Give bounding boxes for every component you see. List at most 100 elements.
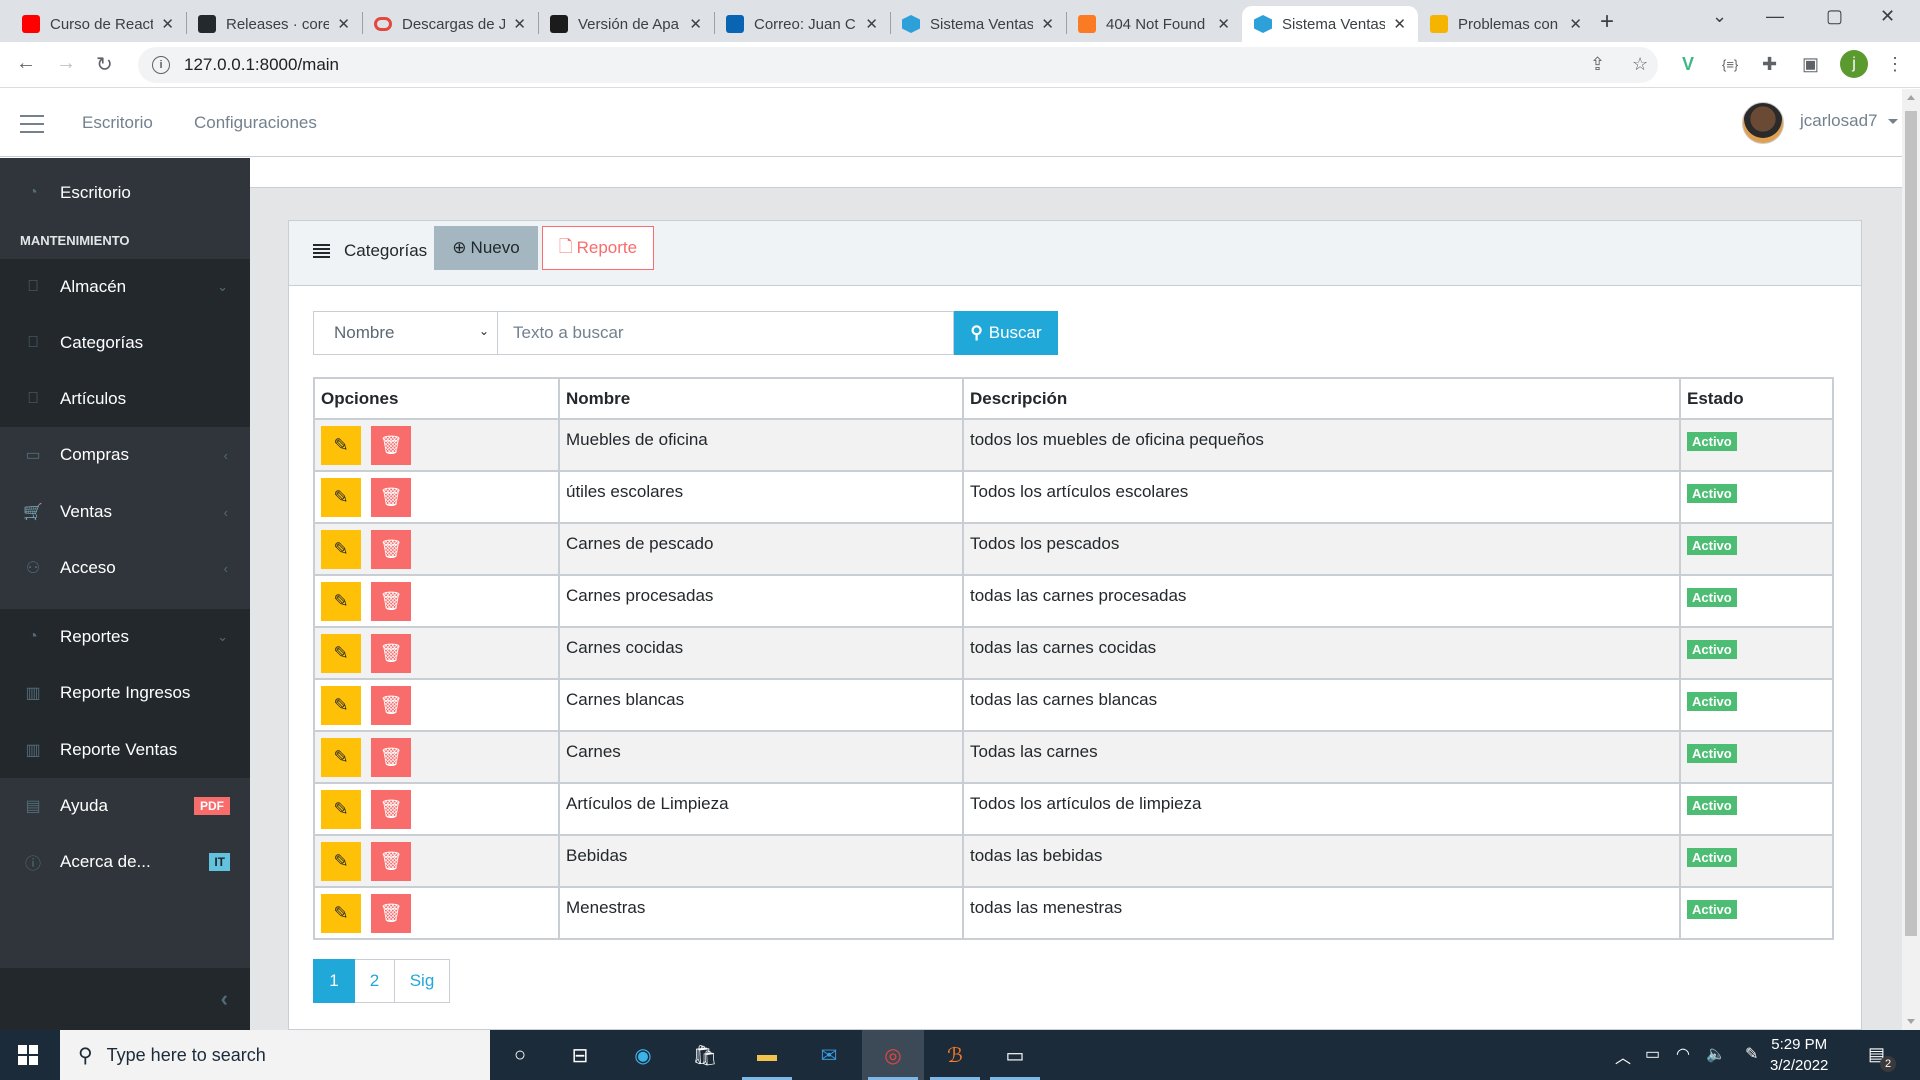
browser-tab[interactable]: Versión de Apa ✕ xyxy=(538,6,714,42)
browser-tab[interactable]: Problemas con ✕ xyxy=(1418,6,1594,42)
chrome-icon[interactable]: ◎ xyxy=(878,1040,908,1070)
scroll-thumb[interactable] xyxy=(1905,111,1917,936)
address-bar[interactable]: i 127.0.0.1:8000/main xyxy=(138,47,1658,83)
browser-tab[interactable]: Sistema Ventas ✕ xyxy=(1242,6,1418,42)
delete-button[interactable]: 🗑 xyxy=(371,738,411,777)
delete-button[interactable]: 🗑 xyxy=(371,790,411,829)
sidebar-item-escritorio[interactable]: ◔ Escritorio xyxy=(0,165,250,221)
profile-avatar[interactable]: j xyxy=(1840,50,1868,78)
edit-button[interactable]: ✎ xyxy=(321,686,361,725)
reload-icon[interactable]: ↻ xyxy=(96,52,113,77)
cortana-icon[interactable]: ○ xyxy=(505,1040,535,1070)
close-icon[interactable]: ✕ xyxy=(1569,15,1582,33)
pen-icon[interactable]: ✎ xyxy=(1745,1044,1758,1064)
edit-button[interactable]: ✎ xyxy=(321,894,361,933)
search-button[interactable]: ⚲ Buscar xyxy=(954,311,1058,355)
browser-tab[interactable]: Sistema Ventas ✕ xyxy=(890,6,1066,42)
page-2[interactable]: 2 xyxy=(355,959,395,1003)
edge-icon[interactable]: ◉ xyxy=(628,1040,658,1070)
delete-button[interactable]: 🗑 xyxy=(371,894,411,933)
browser-tab[interactable]: Releases · core ✕ xyxy=(186,6,362,42)
share-icon[interactable]: ⇪ xyxy=(1590,54,1605,75)
maximize-icon[interactable]: ▢ xyxy=(1826,6,1843,27)
sidebar-item-reporte-ingresos[interactable]: ▥ Reporte Ingresos xyxy=(0,665,250,721)
taskbar-clock[interactable]: 5:29 PM 3/2/2022 xyxy=(1770,1034,1828,1076)
file-explorer-icon[interactable]: ▬ xyxy=(752,1040,782,1070)
wifi-icon[interactable]: ◠ xyxy=(1676,1044,1690,1064)
bookmark-star-icon[interactable]: ☆ xyxy=(1632,54,1648,75)
sidebar-item-ventas[interactable]: 🛒 Ventas ‹ xyxy=(0,484,250,540)
header-link-configuraciones[interactable]: Configuraciones xyxy=(194,113,317,133)
edit-button[interactable]: ✎ xyxy=(321,842,361,881)
close-icon[interactable]: ✕ xyxy=(161,15,174,33)
delete-button[interactable]: 🗑 xyxy=(371,634,411,673)
edit-button[interactable]: ✎ xyxy=(321,426,361,465)
new-button[interactable]: ⊕ Nuevo xyxy=(434,226,538,270)
caret-down-icon[interactable] xyxy=(1888,119,1898,124)
back-icon[interactable]: ← xyxy=(16,52,36,75)
edit-button[interactable]: ✎ xyxy=(321,634,361,673)
xampp-icon[interactable]: ℬ xyxy=(940,1040,970,1070)
delete-button[interactable]: 🗑 xyxy=(371,530,411,569)
task-view-icon[interactable]: ⊟ xyxy=(565,1040,595,1070)
close-icon[interactable]: ✕ xyxy=(689,15,702,33)
sidebar-item-acerca-de[interactable]: ⓘ Acerca de... IT xyxy=(0,834,250,890)
edit-button[interactable]: ✎ xyxy=(321,582,361,621)
minimize-icon[interactable]: — xyxy=(1766,6,1784,27)
sidebar-item-acceso[interactable]: ⚇ Acceso ‹ xyxy=(0,540,250,596)
search-input[interactable] xyxy=(498,311,954,355)
report-button[interactable]: 🗋 Reporte xyxy=(542,226,654,270)
close-icon[interactable]: ✕ xyxy=(1393,15,1406,33)
side-panel-icon[interactable]: ▣ xyxy=(1802,54,1819,75)
close-icon[interactable]: ✕ xyxy=(865,15,878,33)
delete-button[interactable]: 🗑 xyxy=(371,426,411,465)
search-criteria-select[interactable]: Nombre ⌄ xyxy=(313,311,498,355)
store-icon[interactable]: 🛍 xyxy=(690,1040,720,1070)
edit-button[interactable]: ✎ xyxy=(321,530,361,569)
vue-devtools-icon[interactable]: V xyxy=(1682,54,1694,75)
tray-overflow-icon[interactable]: ︿ xyxy=(1615,1044,1631,1068)
sidebar-toggle-icon[interactable] xyxy=(20,115,44,133)
close-icon[interactable]: ✕ xyxy=(513,15,526,33)
browser-tab[interactable]: Curso de React ✕ xyxy=(10,6,186,42)
mail-icon[interactable]: ✉ xyxy=(814,1040,844,1070)
page-next[interactable]: Sig xyxy=(395,959,450,1003)
username[interactable]: jcarlosad7 xyxy=(1800,111,1878,131)
delete-button[interactable]: 🗑 xyxy=(371,842,411,881)
close-icon[interactable]: ✕ xyxy=(337,15,350,33)
json-viewer-icon[interactable]: {≡} xyxy=(1722,57,1738,72)
page-scrollbar[interactable] xyxy=(1902,89,1920,1030)
header-link-escritorio[interactable]: Escritorio xyxy=(82,113,153,133)
scroll-up-icon[interactable] xyxy=(1907,95,1915,100)
user-avatar[interactable] xyxy=(1742,102,1784,144)
sidebar-item-compras[interactable]: ▭ Compras ‹ xyxy=(0,427,250,483)
chrome-menu-icon[interactable]: ⋮ xyxy=(1886,54,1904,75)
volume-icon[interactable]: 🔈 xyxy=(1706,1044,1726,1064)
forward-icon[interactable]: → xyxy=(56,52,76,75)
sidebar-item-artículos[interactable]: ⎕ Artículos xyxy=(0,371,250,427)
battery-icon[interactable]: ▭ xyxy=(1645,1044,1660,1064)
sidebar-item-ayuda[interactable]: ▤ Ayuda PDF xyxy=(0,778,250,834)
delete-button[interactable]: 🗑 xyxy=(371,686,411,725)
terminal-icon[interactable]: ▭ xyxy=(1000,1040,1030,1070)
page-1[interactable]: 1 xyxy=(313,959,355,1003)
chevron-down-icon[interactable]: ⌄ xyxy=(1712,6,1727,27)
browser-tab[interactable]: Correo: Juan C ✕ xyxy=(714,6,890,42)
sidebar-minimizer[interactable]: ‹ xyxy=(0,968,250,1030)
browser-tab[interactable]: Descargas de J ✕ xyxy=(362,6,538,42)
close-icon[interactable]: ✕ xyxy=(1217,15,1230,33)
sidebar-item-almacén[interactable]: ⎕ Almacén ⌄ xyxy=(0,259,250,315)
edit-button[interactable]: ✎ xyxy=(321,790,361,829)
new-tab-icon[interactable]: + xyxy=(1600,8,1614,36)
site-info-icon[interactable]: i xyxy=(152,56,170,74)
delete-button[interactable]: 🗑 xyxy=(371,478,411,517)
sidebar-item-categorías[interactable]: ⎕ Categorías xyxy=(0,315,250,371)
sidebar-item-reportes[interactable]: ◔ Reportes ⌄ xyxy=(0,609,250,665)
edit-button[interactable]: ✎ xyxy=(321,478,361,517)
taskbar-search[interactable]: ⚲ Type here to search xyxy=(60,1030,490,1080)
delete-button[interactable]: 🗑 xyxy=(371,582,411,621)
edit-button[interactable]: ✎ xyxy=(321,738,361,777)
extensions-puzzle-icon[interactable]: ✚ xyxy=(1762,54,1777,75)
sidebar-item-reporte-ventas[interactable]: ▥ Reporte Ventas xyxy=(0,722,250,778)
close-window-icon[interactable]: ✕ xyxy=(1880,6,1895,27)
